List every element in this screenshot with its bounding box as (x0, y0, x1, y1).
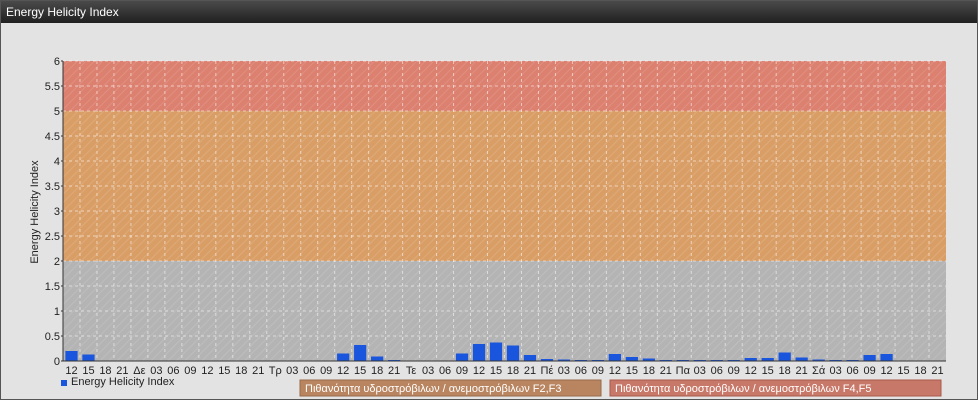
x-tick-labels: 12 15 18 21 Δε 03 06 09 12 15 18 21 Τρ 03 06 09 12 15 18 21… (65, 365, 943, 377)
x-tick-label: 09 (728, 365, 740, 377)
x-tick-label: 15 (354, 365, 366, 377)
y-tick-labels: 0 0.5 1 1.5 2 2.5 3 3.5 4 4.5 5 5.5 6 (45, 56, 63, 368)
y-tick-label: 1 (54, 306, 60, 318)
y-tick-label: 3.5 (45, 181, 60, 193)
x-tick-label: 12 (609, 365, 621, 377)
x-tick-label: 21 (796, 365, 808, 377)
x-tick-label: 03 (694, 365, 706, 377)
x-tick-label: 15 (762, 365, 774, 377)
x-tick-label: 03 (830, 365, 842, 377)
x-tick-label: 18 (779, 365, 791, 377)
legend-series-swatch (61, 380, 67, 386)
x-tick-label: 18 (371, 365, 383, 377)
bar (523, 355, 537, 361)
legend-series-label: Energy Helicity Index (71, 376, 175, 388)
x-tick-label: 03 (422, 365, 434, 377)
y-axis-title: Energy Helicity Index (29, 160, 41, 264)
x-tick-label: 15 (218, 365, 230, 377)
x-tick-label: 06 (303, 365, 315, 377)
x-tick-label: 06 (575, 365, 587, 377)
x-tick-label: 21 (524, 365, 536, 377)
x-tick-label: 15 (626, 365, 638, 377)
x-tick-label: 18 (914, 365, 926, 377)
bar (455, 353, 469, 361)
x-tick-label: Πα (676, 365, 691, 377)
bar (778, 352, 791, 361)
y-tick-label: 4.5 (45, 131, 60, 143)
chart-svg: 00.511.522.533.544.555.56 12 15 18 21 Δε 03 06… (29, 56, 946, 397)
x-tick-label: 18 (643, 365, 655, 377)
bar (863, 355, 876, 361)
x-tick-label: 21 (388, 365, 400, 377)
x-tick-label: 09 (456, 365, 468, 377)
legend-band-f2f3-label: Πιθανότητα υδροστρόβιλων / ανεμοστρόβιλω… (305, 383, 562, 395)
y-tick-label: 6 (54, 56, 60, 68)
x-tick-label: 03 (286, 365, 298, 377)
y-tick-label: 1.5 (45, 281, 60, 293)
legend: Energy Helicity Index Πιθανότητα υδροστρ… (61, 376, 942, 397)
x-tick-label: 12 (201, 365, 213, 377)
bar (625, 357, 638, 361)
y-tick-label: 5.5 (45, 81, 60, 93)
bar (65, 351, 78, 361)
y-tick-label: 0 (54, 356, 60, 368)
y-tick-label: 5 (54, 106, 60, 118)
x-tick-label: Τρ (269, 365, 282, 377)
x-tick-label: 18 (235, 365, 247, 377)
x-tick-label: 12 (745, 365, 757, 377)
x-tick-label: Πέ (541, 365, 554, 377)
x-tick-label: 21 (931, 365, 943, 377)
x-tick-label: 09 (320, 365, 332, 377)
bar (354, 345, 367, 361)
x-tick-label: 15 (897, 365, 909, 377)
x-tick-label: 06 (439, 365, 451, 377)
bar (472, 344, 486, 361)
y-tick-label: 4 (54, 156, 60, 168)
bar (82, 354, 95, 361)
y-tick-label: 3 (54, 206, 60, 218)
bar (795, 357, 808, 361)
x-tick-label: Τε (406, 365, 417, 377)
x-tick-label: 21 (660, 365, 672, 377)
x-tick-label: 09 (863, 365, 875, 377)
x-tick-label: 12 (337, 365, 349, 377)
x-tick-label: 06 (846, 365, 858, 377)
x-tick-label: 06 (711, 365, 723, 377)
x-tick-label: 12 (880, 365, 892, 377)
y-tick-label: 2 (54, 256, 60, 268)
y-tick-label: 0.5 (45, 331, 60, 343)
bar (880, 354, 893, 361)
x-tick-label: 15 (490, 365, 502, 377)
y-tick-label: 2.5 (45, 231, 60, 243)
bar (608, 354, 621, 361)
x-tick-label: 09 (184, 365, 196, 377)
chart-widget: Energy Helicity Index 0 0.5 1 1.5 2 2.5 3 3.5 4 4… (0, 0, 978, 400)
x-tick-label: 09 (592, 365, 604, 377)
bar (506, 345, 520, 361)
x-tick-label: 03 (558, 365, 570, 377)
x-tick-label: 12 (473, 365, 485, 377)
x-tick-label: 21 (252, 365, 264, 377)
x-tick-label: 18 (507, 365, 519, 377)
legend-band-f4f5-label: Πιθανότητα υδροστρόβιλων / ανεμοστρόβιλω… (615, 383, 872, 395)
bar (371, 356, 384, 361)
x-tick-label: Σά (812, 365, 826, 377)
bar (337, 353, 350, 361)
bar (489, 342, 503, 361)
